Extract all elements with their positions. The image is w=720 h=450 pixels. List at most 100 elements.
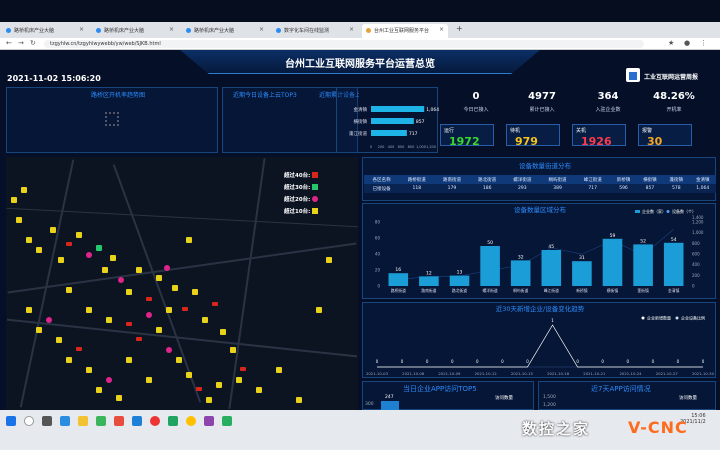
- square-marker[interactable]: [220, 329, 226, 335]
- flag-marker[interactable]: [126, 322, 132, 326]
- browser-tab[interactable]: 数字化车间在线监测 ×: [272, 24, 358, 38]
- profile-icon[interactable]: ●: [684, 39, 690, 47]
- app-icon[interactable]: [168, 416, 178, 426]
- square-marker[interactable]: [126, 289, 132, 295]
- square-marker[interactable]: [86, 307, 92, 313]
- square-marker[interactable]: [26, 307, 32, 313]
- square-marker[interactable]: [102, 267, 108, 273]
- square-marker[interactable]: [206, 397, 212, 403]
- square-marker[interactable]: [86, 367, 92, 373]
- flag-marker[interactable]: [66, 242, 72, 246]
- star-marker[interactable]: [96, 245, 102, 251]
- square-marker[interactable]: [36, 327, 42, 333]
- square-marker[interactable]: [96, 387, 102, 393]
- square-marker[interactable]: [126, 357, 132, 363]
- enterprise-map[interactable]: 超过40台: 超过30台: 超过20台: 超过10台:: [6, 157, 358, 410]
- square-marker[interactable]: [66, 287, 72, 293]
- browser-tab[interactable]: 路桥机床产业大脑 ×: [92, 24, 178, 38]
- close-icon[interactable]: ×: [439, 26, 444, 33]
- app-icon[interactable]: [222, 416, 232, 426]
- square-marker[interactable]: [156, 275, 162, 281]
- flag-marker[interactable]: [146, 297, 152, 301]
- square-marker[interactable]: [146, 377, 152, 383]
- stat-value: 48.26%: [653, 91, 695, 102]
- square-marker[interactable]: [236, 377, 242, 383]
- flag-marker[interactable]: [76, 347, 82, 351]
- square-marker[interactable]: [186, 372, 192, 378]
- menu-icon[interactable]: ⋮: [700, 39, 707, 47]
- square-marker[interactable]: [326, 257, 332, 263]
- square-marker[interactable]: [21, 187, 27, 193]
- edge-icon[interactable]: [60, 416, 70, 426]
- star-icon[interactable]: ★: [668, 39, 674, 47]
- square-marker[interactable]: [66, 357, 72, 363]
- square-marker[interactable]: [276, 367, 282, 373]
- square-marker[interactable]: [186, 237, 192, 243]
- square-marker[interactable]: [296, 397, 302, 403]
- weekly-report-link[interactable]: 工业互联网运营周报: [644, 72, 698, 81]
- chrome-icon[interactable]: [186, 416, 196, 426]
- flag-marker[interactable]: [136, 337, 142, 341]
- close-icon[interactable]: ×: [349, 26, 354, 33]
- square-marker[interactable]: [116, 395, 122, 401]
- url-input[interactable]: tzgyhlw.cn/tzgyhlwywebb/yw/web/SJKB.html: [44, 40, 644, 48]
- app-icon[interactable]: [96, 416, 106, 426]
- flag-marker[interactable]: [212, 302, 218, 306]
- pentagon-marker[interactable]: [146, 312, 152, 318]
- square-marker[interactable]: [172, 285, 178, 291]
- close-icon[interactable]: ×: [259, 26, 264, 33]
- forward-icon[interactable]: →: [18, 39, 24, 47]
- square-marker[interactable]: [26, 237, 32, 243]
- square-marker[interactable]: [58, 257, 64, 263]
- app-icon[interactable]: [204, 416, 214, 426]
- square-marker[interactable]: [16, 217, 22, 223]
- browser-tab[interactable]: 路桥机床产业大脑 ×: [2, 24, 88, 38]
- start-icon[interactable]: [6, 416, 16, 426]
- square-marker[interactable]: [156, 327, 162, 333]
- square-marker[interactable]: [106, 317, 112, 323]
- app-icon[interactable]: [114, 416, 124, 426]
- square-marker[interactable]: [166, 307, 172, 313]
- pentagon-marker[interactable]: [46, 317, 52, 323]
- square-marker[interactable]: [50, 227, 56, 233]
- pentagon-marker[interactable]: [164, 265, 170, 271]
- square-marker[interactable]: [316, 307, 322, 313]
- square-marker[interactable]: [36, 247, 42, 253]
- flag-marker[interactable]: [240, 367, 246, 371]
- back-icon[interactable]: ←: [6, 39, 12, 47]
- close-icon[interactable]: ×: [79, 26, 84, 33]
- app-icon[interactable]: [132, 416, 142, 426]
- flag-marker[interactable]: [182, 307, 188, 311]
- square-marker[interactable]: [110, 255, 116, 261]
- square-marker[interactable]: [192, 289, 198, 295]
- tick-label: 0: [377, 284, 380, 289]
- reload-icon[interactable]: ↻: [30, 39, 36, 47]
- folder-icon[interactable]: [78, 416, 88, 426]
- square-marker[interactable]: [216, 382, 222, 388]
- square-marker[interactable]: [230, 347, 236, 353]
- new-tab-icon[interactable]: +: [456, 24, 463, 33]
- close-icon[interactable]: ×: [169, 26, 174, 33]
- square-marker[interactable]: [76, 232, 82, 238]
- app-icon[interactable]: [150, 416, 160, 426]
- flag-marker[interactable]: [196, 387, 202, 391]
- search-icon[interactable]: [24, 416, 34, 426]
- browser-tab-active[interactable]: 台州工业互联网服务平台 ×: [362, 24, 448, 38]
- square-marker[interactable]: [256, 387, 262, 393]
- square-marker[interactable]: [56, 337, 62, 343]
- task-view-icon[interactable]: [42, 416, 52, 426]
- bar-label: 金清镇: [354, 106, 368, 113]
- square-marker[interactable]: [136, 267, 142, 273]
- tick-label: 20: [375, 268, 381, 273]
- pentagon-marker[interactable]: [86, 252, 92, 258]
- data-label: 0: [376, 359, 379, 364]
- pentagon-marker[interactable]: [166, 347, 172, 353]
- square-marker[interactable]: [176, 357, 182, 363]
- pentagon-marker[interactable]: [106, 377, 112, 383]
- table-cell: 717: [588, 186, 598, 191]
- browser-tab[interactable]: 路桥机床产业大脑 ×: [182, 24, 268, 38]
- pentagon-marker[interactable]: [118, 277, 124, 283]
- square-marker[interactable]: [202, 317, 208, 323]
- legend-label: 企业设备比例: [681, 315, 705, 321]
- square-marker[interactable]: [11, 197, 17, 203]
